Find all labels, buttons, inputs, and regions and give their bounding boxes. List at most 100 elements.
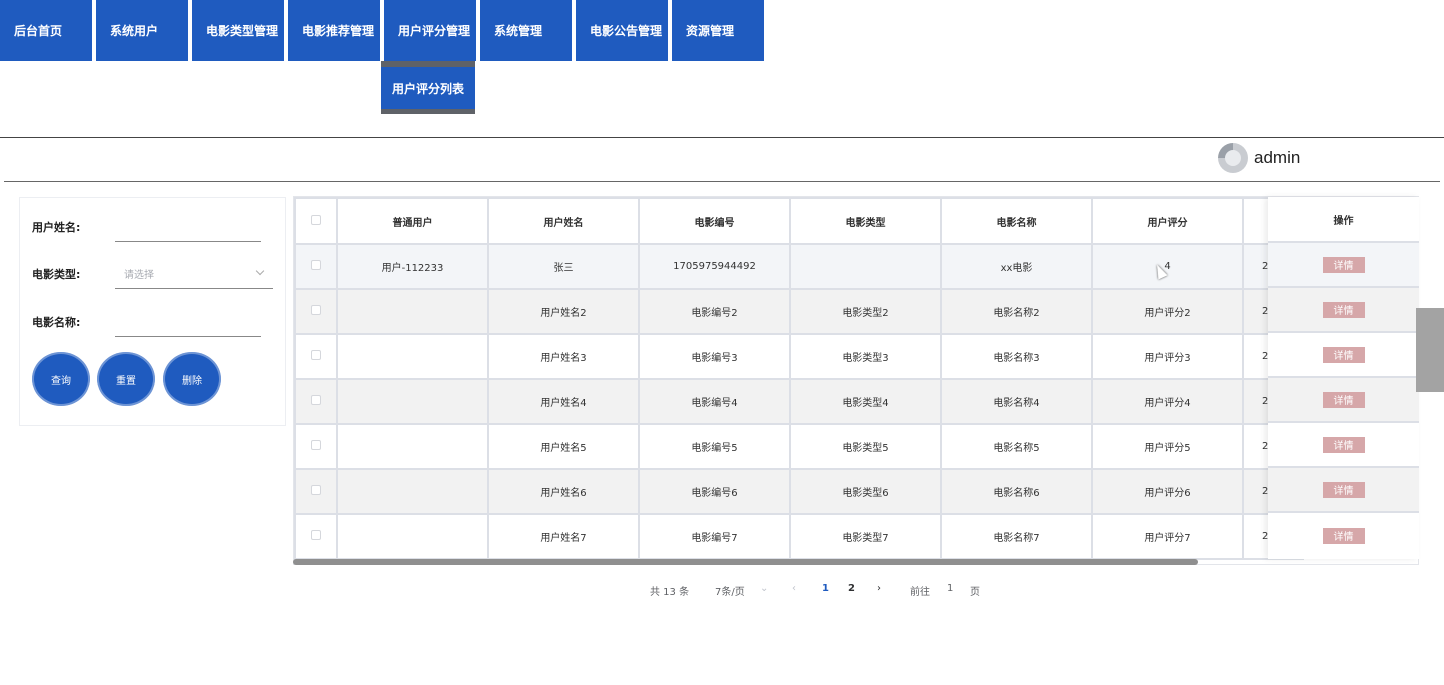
detail-button[interactable]: 详情: [1322, 481, 1365, 498]
next-page-icon[interactable]: ›: [877, 583, 881, 594]
detail-button[interactable]: 详情: [1322, 256, 1365, 273]
cell-movie: xx电影: [940, 243, 1093, 290]
table-row[interactable]: 用户姓名3 电影编号3 电影类型3 电影名称3 用户评分3 20: [294, 333, 1304, 380]
cell-type: 电影类型3: [789, 333, 942, 380]
avatar[interactable]: [1218, 143, 1248, 173]
cell-type: 电影类型5: [789, 423, 942, 470]
cell-name: 用户姓名2: [487, 288, 640, 335]
cell-name: 用户姓名5: [487, 423, 640, 470]
goto-input[interactable]: 1: [947, 583, 953, 594]
cell-movie: 电影名称7: [940, 513, 1093, 560]
detail-button[interactable]: 详情: [1322, 301, 1365, 318]
reset-button[interactable]: 重置: [97, 352, 155, 406]
top-nav: 后台首页 系统用户 电影类型管理 电影推荐管理 用户评分管理 系统管理 电影公告…: [0, 0, 768, 61]
cell-type: 电影类型2: [789, 288, 942, 335]
select-all-checkbox[interactable]: [311, 214, 321, 225]
cell-user: [336, 423, 489, 470]
cell-movie: 电影名称2: [940, 288, 1093, 335]
divider-top: [0, 137, 1444, 138]
page-size-select[interactable]: 7条/页: [715, 583, 745, 598]
row-checkbox[interactable]: [311, 395, 321, 405]
select-all-cell[interactable]: [294, 197, 338, 245]
table-row[interactable]: 用户姓名2 电影编号2 电影类型2 电影名称2 用户评分2 20: [294, 288, 1304, 335]
cell-name: 用户姓名7: [487, 513, 640, 560]
divider-header: [4, 181, 1440, 182]
cell-type: 电影类型7: [789, 513, 942, 560]
nav-system-manage[interactable]: 系统管理: [480, 0, 572, 61]
chevron-down-icon[interactable]: ⌄: [760, 583, 768, 594]
col-name: 用户姓名: [487, 197, 640, 245]
nav-system-users[interactable]: 系统用户: [96, 0, 188, 61]
col-operation: 操作: [1268, 197, 1419, 243]
operation-column: 操作 详情 详情 详情 详情 详情 详情 详情: [1268, 197, 1419, 559]
row-checkbox[interactable]: [311, 350, 321, 360]
col-movie: 电影名称: [940, 197, 1093, 245]
table-row[interactable]: 用户姓名7 电影编号7 电影类型7 电影名称7 用户评分7 20: [294, 513, 1304, 560]
cell-type: 电影类型4: [789, 378, 942, 425]
cell-movie: 电影名称6: [940, 468, 1093, 515]
nav-announcements[interactable]: 电影公告管理: [576, 0, 668, 61]
horizontal-scrollbar[interactable]: [293, 559, 1198, 565]
cell-movie-no: 电影编号4: [638, 378, 791, 425]
cell-name: 用户姓名6: [487, 468, 640, 515]
cell-score: 用户评分2: [1091, 288, 1244, 335]
cell-type: [789, 243, 942, 290]
detail-button[interactable]: 详情: [1322, 436, 1365, 453]
name-input[interactable]: [115, 241, 261, 242]
username[interactable]: admin: [1254, 148, 1300, 168]
search-panel: 用户姓名: 电影类型: 请选择 电影名称: 查询 重置 删除: [19, 197, 286, 426]
cell-name: 用户姓名3: [487, 333, 640, 380]
type-select[interactable]: [115, 288, 273, 289]
pager-total: 共 13 条: [650, 587, 690, 598]
detail-button[interactable]: 详情: [1322, 391, 1365, 408]
nav-user-ratings[interactable]: 用户评分管理: [384, 0, 476, 61]
cell-user: [336, 468, 489, 515]
row-checkbox[interactable]: [311, 530, 321, 540]
movie-label: 电影名称:: [32, 316, 81, 329]
query-button[interactable]: 查询: [32, 352, 90, 406]
table-row[interactable]: 用户姓名6 电影编号6 电影类型6 电影名称6 用户评分6 20: [294, 468, 1304, 515]
cell-movie: 电影名称4: [940, 378, 1093, 425]
user-area[interactable]: admin: [1218, 143, 1300, 173]
page-1[interactable]: 1: [822, 583, 829, 594]
cell-movie: 电影名称3: [940, 333, 1093, 380]
nav-movie-recommend[interactable]: 电影推荐管理: [288, 0, 380, 61]
row-checkbox[interactable]: [311, 440, 321, 450]
cell-movie-no: 电影编号5: [638, 423, 791, 470]
row-checkbox[interactable]: [311, 485, 321, 495]
nav-resources[interactable]: 资源管理: [672, 0, 764, 61]
cell-user: 用户-112233: [336, 243, 489, 290]
col-type: 电影类型: [789, 197, 942, 245]
cell-movie-no: 电影编号6: [638, 468, 791, 515]
col-movie-no: 电影编号: [638, 197, 791, 245]
row-checkbox[interactable]: [311, 260, 321, 270]
detail-button[interactable]: 详情: [1322, 527, 1365, 544]
submenu: 用户评分列表: [381, 61, 475, 114]
cell-score: 用户评分3: [1091, 333, 1244, 380]
submenu-user-rating-list[interactable]: 用户评分列表: [381, 67, 475, 109]
row-checkbox[interactable]: [311, 305, 321, 315]
table-header: 普通用户 用户姓名 电影编号 电影类型 电影名称 用户评分: [294, 197, 1304, 245]
type-label: 电影类型:: [32, 268, 81, 281]
cell-score: 4: [1091, 243, 1244, 290]
cell-movie-no: 电影编号7: [638, 513, 791, 560]
nav-movie-types[interactable]: 电影类型管理: [192, 0, 284, 61]
type-select-placeholder[interactable]: 请选择: [124, 266, 154, 281]
cell-movie-no: 电影编号2: [638, 288, 791, 335]
table-row[interactable]: 用户姓名4 电影编号4 电影类型4 电影名称4 用户评分4 20: [294, 378, 1304, 425]
delete-button[interactable]: 删除: [163, 352, 221, 406]
cell-movie: 电影名称5: [940, 423, 1093, 470]
table-row[interactable]: 用户姓名5 电影编号5 电影类型5 电影名称5 用户评分5 20: [294, 423, 1304, 470]
detail-button[interactable]: 详情: [1322, 346, 1365, 363]
cell-user: [336, 378, 489, 425]
movie-input[interactable]: [115, 336, 261, 337]
page-2[interactable]: 2: [848, 583, 855, 594]
cell-user: [336, 513, 489, 560]
nav-home[interactable]: 后台首页: [0, 0, 92, 61]
ratings-table: 普通用户 用户姓名 电影编号 电影类型 电影名称 用户评分 用户-112233 …: [293, 196, 1419, 565]
cell-score: 用户评分7: [1091, 513, 1244, 560]
prev-page-icon[interactable]: ‹: [792, 583, 796, 594]
vertical-scrollbar[interactable]: [1416, 308, 1444, 392]
chevron-down-icon[interactable]: [255, 266, 265, 276]
goto-suffix: 页: [970, 587, 980, 598]
